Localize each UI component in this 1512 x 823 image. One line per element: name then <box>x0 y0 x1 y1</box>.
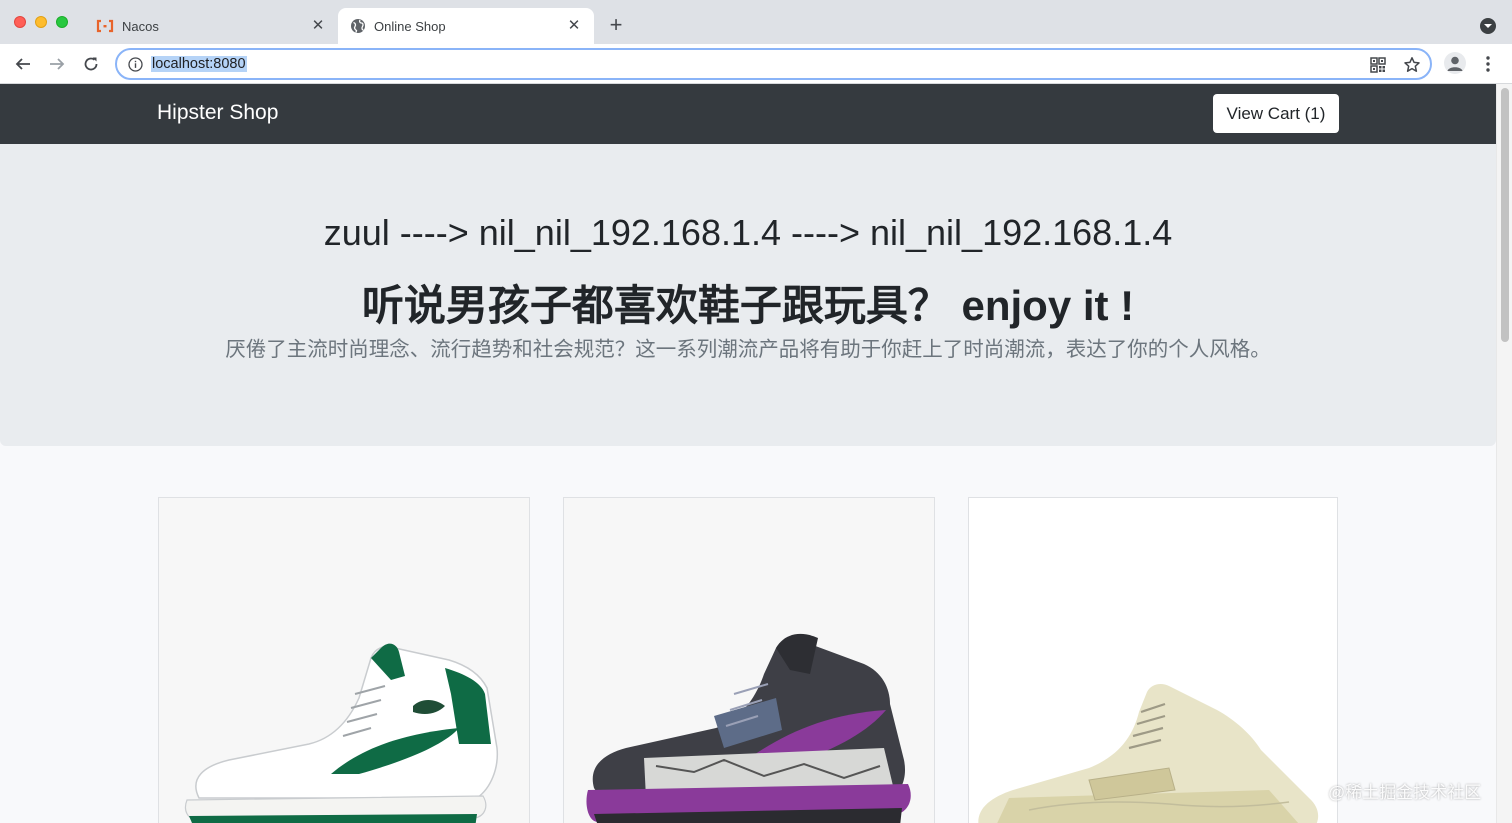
product-card[interactable] <box>563 497 935 823</box>
browser-toolbar: localhost:8080 <box>0 44 1512 84</box>
reload-icon[interactable] <box>80 53 102 75</box>
tab-title: Online Shop <box>374 18 446 34</box>
new-tab-plus-icon[interactable]: + <box>605 14 627 37</box>
close-window-button[interactable] <box>14 16 26 28</box>
maximize-window-button[interactable] <box>56 16 68 28</box>
page-viewport: Hipster Shop View Cart (1) zuul ----> ni… <box>0 84 1496 823</box>
address-bar[interactable]: localhost:8080 <box>115 48 1432 80</box>
hero-lead-text: 厌倦了主流时尚理念、流行趋势和社会规范？这一系列潮流产品将有助于你赶上了时尚潮流… <box>225 338 1271 361</box>
globe-icon <box>351 19 365 33</box>
tab-online-shop[interactable]: Online Shop ✕ <box>338 8 594 44</box>
qr-code-icon[interactable] <box>1369 56 1387 74</box>
product-image-white-green-sneaker[interactable] <box>159 498 530 823</box>
product-card[interactable] <box>968 497 1338 823</box>
product-image-grey-purple-sneaker[interactable] <box>564 498 935 823</box>
tab-search-dropdown-icon[interactable] <box>1480 18 1496 34</box>
page-scrollbar[interactable] <box>1496 84 1512 823</box>
site-navbar: Hipster Shop View Cart (1) <box>0 84 1496 144</box>
back-arrow-icon[interactable] <box>12 53 34 75</box>
minimize-window-button[interactable] <box>35 16 47 28</box>
close-tab-icon[interactable]: ✕ <box>310 18 326 34</box>
bookmark-star-icon[interactable] <box>1403 56 1421 74</box>
route-trace-heading: zuul ----> nil_nil_192.168.1.4 ----> nil… <box>323 212 1173 253</box>
tab-title: Nacos <box>122 18 159 34</box>
hero-jumbotron: zuul ----> nil_nil_192.168.1.4 ----> nil… <box>0 144 1496 446</box>
browser-menu-icon[interactable] <box>1480 54 1496 74</box>
url-text[interactable]: localhost:8080 <box>151 56 247 72</box>
tab-nacos[interactable]: Nacos ✕ <box>86 8 336 44</box>
browser-tab-strip: Nacos ✕ Online Shop ✕ + <box>0 0 1512 44</box>
close-tab-icon[interactable]: ✕ <box>566 18 582 34</box>
scrollbar-thumb[interactable] <box>1501 88 1509 342</box>
brand-logo-text[interactable]: Hipster Shop <box>157 101 278 125</box>
view-cart-button[interactable]: View Cart (1) <box>1213 94 1339 133</box>
site-info-icon[interactable] <box>128 57 143 72</box>
hero-title: 听说男孩子都喜欢鞋子跟玩具？ enjoy it ! <box>361 282 1135 329</box>
product-card[interactable] <box>158 497 530 823</box>
profile-avatar-icon[interactable] <box>1444 52 1466 74</box>
product-image-cream-knit-sneaker[interactable] <box>969 498 1338 823</box>
forward-arrow-icon[interactable] <box>46 53 68 75</box>
nacos-logo-icon <box>96 19 114 33</box>
watermark-text: @稀土掘金技术社区 <box>1328 783 1482 802</box>
